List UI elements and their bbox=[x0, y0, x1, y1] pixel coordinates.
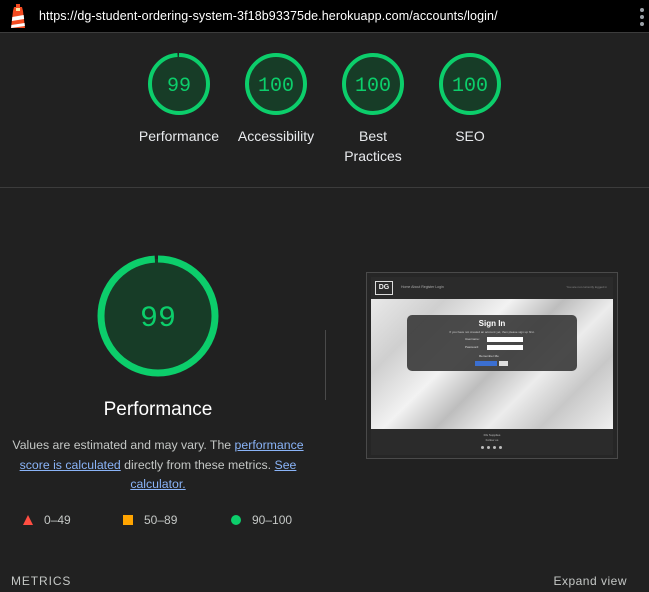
gauge-label: Best Practices bbox=[344, 128, 402, 164]
gauge-label: Performance bbox=[138, 128, 220, 144]
score-ring-icon: 99 bbox=[148, 53, 210, 115]
url-bar: https://dg-student-ordering-system-3f18b… bbox=[0, 0, 649, 33]
legend-range: 90–100 bbox=[252, 513, 293, 527]
thumb-input bbox=[487, 345, 523, 350]
thumb-footer: DG Supplies Follow us bbox=[371, 429, 613, 455]
thumb-navbar: DG Home About Register Login You are not… bbox=[371, 277, 613, 299]
thumb-username-row: Username: bbox=[465, 337, 525, 342]
performance-title: Performance bbox=[103, 399, 213, 420]
score-ring-icon: 100 bbox=[439, 53, 501, 115]
thumb-label: Password: bbox=[465, 345, 480, 349]
thumb-nav-status: You are not currently logged in bbox=[566, 285, 607, 289]
performance-score-gauge: 99 bbox=[97, 255, 219, 377]
gauge-score: 100 bbox=[355, 75, 391, 98]
gauge-score: 100 bbox=[258, 75, 294, 98]
section-divider bbox=[0, 187, 649, 188]
legend-range: 0–49 bbox=[44, 513, 71, 527]
page-url: https://dg-student-ordering-system-3f18b… bbox=[39, 9, 498, 23]
vertical-divider bbox=[325, 330, 326, 400]
triangle-icon bbox=[23, 515, 33, 525]
thumb-footer-follow: Follow us bbox=[485, 438, 499, 442]
score-ring-icon: 100 bbox=[342, 53, 404, 115]
legend-range: 50–89 bbox=[144, 513, 178, 527]
thumb-nav-links: Home About Register Login bbox=[401, 285, 444, 289]
expand-view-toggle[interactable]: Expand view bbox=[553, 574, 627, 588]
legend-average: 50–89 bbox=[123, 513, 177, 527]
thumb-logo: DG bbox=[375, 281, 393, 295]
thumb-button bbox=[499, 361, 508, 366]
thumb-signin-card: Sign In If you have not created an accou… bbox=[407, 315, 577, 371]
thumb-password-row: Password: bbox=[465, 345, 525, 350]
gauge-best-practices[interactable]: 100 Best Practices bbox=[323, 52, 423, 166]
score-ring-icon: 100 bbox=[245, 53, 307, 115]
thumb-social-icons bbox=[481, 446, 502, 449]
thumb-hero: Sign In If you have not created an accou… bbox=[371, 299, 613, 429]
square-icon bbox=[123, 515, 133, 525]
legend-fail: 0–49 bbox=[23, 513, 71, 527]
thumb-signin-title: Sign In bbox=[478, 319, 506, 328]
thumb-footer-title: DG Supplies bbox=[483, 433, 501, 437]
performance-description: Values are estimated and may vary. The p… bbox=[12, 436, 304, 495]
gauge-accessibility[interactable]: 100 Accessibility bbox=[226, 52, 326, 146]
thumb-signin-sub: If you have not created an account yet, … bbox=[449, 330, 535, 334]
more-options-icon[interactable] bbox=[638, 8, 646, 26]
performance-score: 99 bbox=[140, 302, 176, 336]
thumb-input bbox=[487, 337, 523, 342]
gauge-seo[interactable]: 100 SEO bbox=[420, 52, 520, 146]
final-screenshot-thumbnail[interactable]: DG Home About Register Login You are not… bbox=[366, 272, 618, 459]
circle-icon bbox=[231, 515, 241, 525]
gauge-score: 100 bbox=[452, 75, 488, 98]
gauge-label: SEO bbox=[455, 128, 485, 144]
gauge-score: 99 bbox=[167, 75, 191, 98]
thumb-label: Remember Me bbox=[479, 354, 499, 358]
thumb-link bbox=[475, 361, 497, 366]
gauge-label: Accessibility bbox=[237, 128, 315, 144]
gauge-performance[interactable]: 99 Performance bbox=[129, 52, 229, 146]
metrics-heading: METRICS bbox=[11, 574, 72, 588]
legend-pass: 90–100 bbox=[231, 513, 292, 527]
desc-text: Values are estimated and may vary. The bbox=[12, 438, 235, 452]
desc-text: directly from these metrics. bbox=[120, 457, 275, 472]
thumb-remember-row: Remember Me bbox=[479, 354, 539, 359]
thumb-label: Username: bbox=[465, 337, 480, 341]
category-gauges: 99 Performance 100 Accessibility 100 Bes… bbox=[0, 52, 649, 172]
lighthouse-logo-icon bbox=[11, 4, 25, 28]
